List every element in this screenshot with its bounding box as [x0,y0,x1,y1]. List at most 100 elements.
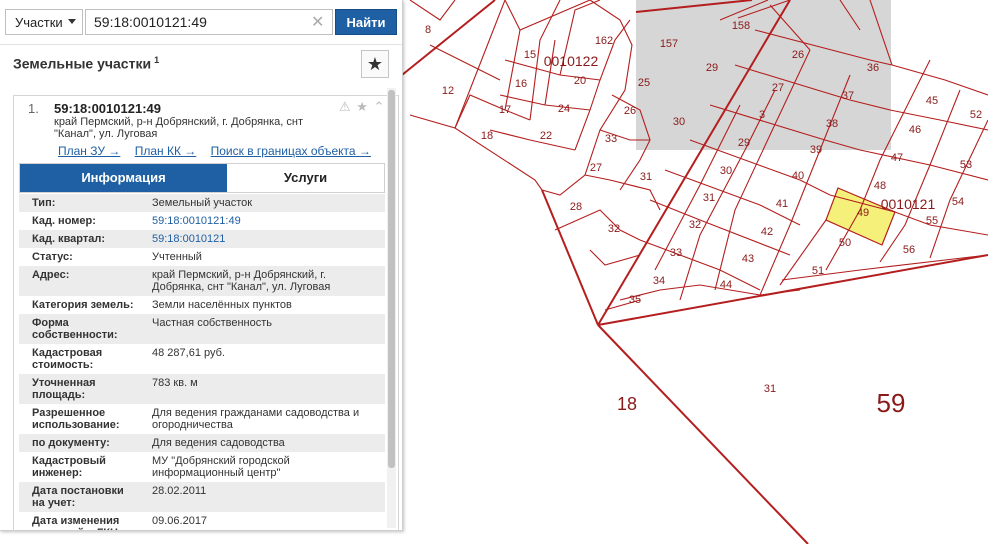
result-actions-icons[interactable]: ⚠ ★ ⌃ [339,99,385,115]
info-value: Учтенный [152,251,202,263]
info-row: по документу: Для ведения садоводства [19,434,385,452]
parcel-label: 54 [952,196,964,208]
parcel-label: 33 [670,247,682,259]
info-value: 28.02.2011 [152,485,207,497]
parcel-label: 45 [926,95,938,107]
info-row: Форма собственности: Частная собственност… [19,314,385,344]
parcel-label: 47 [891,152,903,164]
parcel-label: 158 [732,20,750,32]
parcel-label: 27 [772,82,784,94]
parcel-label: 49 [857,207,869,219]
parcel-label: 28 [570,201,582,213]
info-value-link[interactable]: 59:18:0010121 [139,233,379,245]
plan-zu-link[interactable]: План ЗУ → [58,144,120,158]
parcel-label: 16 [515,78,527,90]
info-label: Кад. номер: [32,215,96,227]
info-label: Дата изменения сведений в ГКН: [32,515,122,530]
parcel-label: 55 [926,215,938,227]
info-row: Кадастровая стоимость: 48 287,61 руб. [19,344,385,374]
parcel-label: 31 [640,171,652,183]
plan-kk-link[interactable]: План КК → [135,144,197,158]
parcel-label: 12 [442,85,454,97]
star-icon: ★ [366,54,384,74]
info-value: Земельный участок [152,197,253,209]
parcel-label: 48 [874,180,886,192]
parcel-label: 24 [558,103,570,115]
tab-information[interactable]: Информация [20,164,227,192]
info-row: Адрес: край Пермский, р-н Добрянский, г. … [19,266,385,296]
info-label: Кадастровая стоимость: [32,347,103,371]
info-label: Статус: [32,251,73,263]
parcel-label: 27 [590,162,602,174]
parcel-label: 39 [810,144,822,156]
quarter-label: 0010121 [881,196,936,212]
parcel-label: 25 [638,77,650,89]
result-links: План ЗУ → План КК → Поиск в границах объ… [58,144,382,158]
parcel-label: 44 [720,279,732,291]
info-row: Кад. квартал: 59:18:0010121 [19,230,385,248]
info-label: Разрешенное использование: [32,407,120,431]
info-value: 48 287,61 руб. [152,347,225,359]
info-label: Дата постановки на учет: [32,485,124,509]
results-header: Земельные участки 1 ★ [0,44,402,85]
parcel-label: 3 [759,109,765,121]
info-label: по документу: [32,437,110,449]
search-type-select[interactable]: Участки [5,9,83,35]
quarter-label: 0010122 [544,53,599,69]
info-value-link[interactable]: 59:18:0010121:49 [139,215,379,227]
parcel-label: 22 [540,130,552,142]
parcel-label: 41 [776,198,788,210]
page-title: Земельные участки 1 [13,55,159,72]
tab-services[interactable]: Услуги [227,164,384,192]
parcel-label: 30 [673,116,685,128]
info-row: Кадастровый инженер: МУ "Добрянский город… [19,452,385,482]
results-count: 1 [154,55,160,65]
parcel-label: 31 [703,192,715,204]
info-label: Уточненная площадь: [32,377,96,401]
parcel-label: 56 [903,244,915,256]
search-type-label: Участки [15,15,63,30]
favorite-button[interactable]: ★ [361,50,389,78]
scrollbar-thumb[interactable] [388,90,395,468]
parcel-label: 35 [629,294,641,306]
parcel-label: 46 [909,124,921,136]
parcel-label: 33 [605,133,617,145]
parcel-label: 34 [653,275,665,287]
parcel-label: 53 [960,159,972,171]
parcel-label: 29 [706,62,718,74]
search-panel: Участки ✕ Найти Земельные участки1 ★ 1. … [0,0,403,531]
info-value: Для ведения гражданами садоводства и ого… [152,407,360,431]
info-label: Тип: [32,197,56,209]
parcel-label: 32 [689,219,701,231]
parcel-label: 17 [499,104,511,116]
info-label: Категория земель: [32,299,134,311]
info-value: край Пермский, р-н Добрянский, г. Добрян… [152,269,331,293]
result-number[interactable]: 59:18:0010121:49 [54,101,161,116]
parcel-label: 50 [839,237,851,249]
info-row: Кад. номер: 59:18:0010121:49 [19,212,385,230]
info-row: Уточненная площадь: 783 кв. м [19,374,385,404]
search-bar: Участки ✕ Найти [5,9,397,37]
result-address: край Пермский, р-н Добрянский, г. Добрян… [54,116,304,140]
info-label: Адрес: [32,269,70,281]
info-row: Разрешенное использование: Для ведения гр… [19,404,385,434]
search-input[interactable] [85,9,333,35]
info-row: Дата изменения сведений в ГКН: 09.06.2017 [19,512,385,530]
parcel-label: 32 [608,223,620,235]
parcel-label: 52 [970,109,982,121]
close-icon[interactable]: ✕ [311,12,324,32]
info-label: Кадастровый инженер: [32,455,106,479]
parcel-label: 37 [842,90,854,102]
parcel-label: 43 [742,253,754,265]
tab-bar: Информация Услуги [19,163,385,193]
search-in-bounds-link[interactable]: Поиск в границах объекта → [211,144,371,158]
find-button[interactable]: Найти [335,9,397,35]
parcel-label: 8 [425,24,431,36]
parcel-label: 29 [738,137,750,149]
district-label: 18 [617,394,637,414]
parcel-label: 30 [720,165,732,177]
parcel-label: 36 [867,62,879,74]
info-row: Дата постановки на учет: 28.02.2011 [19,482,385,512]
parcel-label: 42 [761,226,773,238]
info-value: Для ведения садоводства [152,437,285,449]
